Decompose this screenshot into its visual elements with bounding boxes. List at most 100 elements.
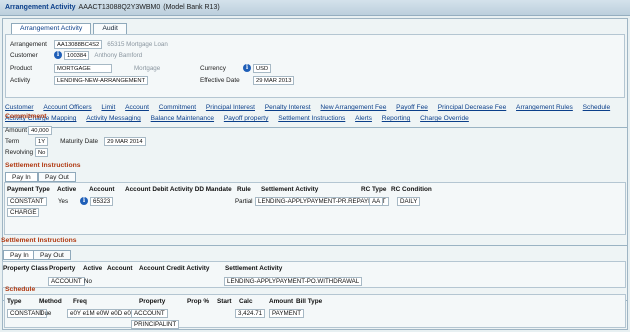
title-label: Arrangement Activity — [5, 4, 76, 11]
main-tabs: Arrangement Activity Audit — [11, 23, 129, 34]
maturity-field[interactable]: 29 MAR 2014 — [104, 136, 146, 146]
link-commitment[interactable]: Commitment — [159, 102, 196, 113]
customer-name: Anthony Bamford — [94, 51, 143, 59]
tab-pay-in[interactable]: Pay In — [5, 172, 38, 182]
arrangement-note: 65315 Mortgage Loan — [107, 40, 168, 48]
col-rule: Rule — [237, 186, 251, 193]
property-links: Customer Account Officers Limit Account … — [5, 102, 625, 124]
link-settlement-instructions[interactable]: Settlement Instructions — [278, 113, 345, 124]
payment-type-field[interactable]: CONSTANT — [7, 197, 47, 206]
col-amount: Amount — [269, 298, 294, 305]
effective-date-label: Effective Date — [200, 76, 240, 84]
tab-pay-in[interactable]: Pay In — [3, 250, 36, 260]
col-account: Account — [107, 265, 133, 272]
col-active: Active — [57, 186, 77, 193]
term-field[interactable]: 1Y — [35, 136, 49, 146]
effective-date-field[interactable]: 29 MAR 2013 — [253, 75, 295, 85]
col-bill-type: Bill Type — [296, 298, 323, 305]
col-rc-type: RC Type — [361, 186, 387, 193]
col-account: Account — [89, 186, 115, 193]
col-property: Property — [49, 265, 76, 272]
customer-field[interactable]: 100384 — [64, 50, 90, 60]
link-limit[interactable]: Limit — [101, 102, 115, 113]
info-icon[interactable]: i — [80, 197, 88, 205]
info-icon[interactable]: i — [54, 51, 62, 59]
method-value: Due — [40, 310, 52, 317]
tab-pay-out[interactable]: Pay Out — [33, 250, 71, 260]
col-payment-type: Payment Type — [7, 186, 50, 193]
active-value: Yes — [58, 198, 69, 205]
link-payoff-fee[interactable]: Payoff Fee — [396, 102, 428, 113]
link-balance-maintenance[interactable]: Balance Maintenance — [151, 113, 214, 124]
link-new-arrangement-fee[interactable]: New Arrangement Fee — [320, 102, 386, 113]
rc-condition-field[interactable]: DAILY — [397, 197, 421, 206]
calc-field[interactable]: 3,424.71 — [235, 309, 266, 318]
activity-label: Activity — [10, 76, 31, 84]
col-method: Method — [39, 298, 62, 305]
col-settlement-activity: Settlement Activity — [225, 265, 283, 272]
link-customer[interactable]: Customer — [5, 102, 34, 113]
arrangement-field[interactable]: AA13088BC4S2 — [54, 39, 103, 49]
amount-label: Amount — [5, 126, 28, 134]
account-field[interactable]: 65323 — [90, 197, 114, 206]
link-arrangement-rules[interactable]: Arrangement Rules — [516, 102, 573, 113]
freq-field[interactable]: e0Y e1M e0W e0D e0F — [67, 309, 138, 318]
link-penalty-interest[interactable]: Penalty Interest — [265, 102, 311, 113]
link-schedule[interactable]: Schedule — [583, 102, 611, 113]
col-property: Property — [139, 298, 166, 305]
col-rc-condition: RC Condition — [391, 186, 432, 193]
settlement-panel: Property Class Property Active Account A… — [2, 261, 626, 288]
settlement-title: Settlement Instructions — [1, 237, 77, 244]
settlement-panel: Payment Type Active Account Account Debi… — [4, 182, 626, 235]
commitment-title: Commitment — [5, 113, 47, 120]
link-alerts[interactable]: Alerts — [355, 113, 372, 124]
rule-value: Partial — [235, 198, 253, 205]
col-start: Start — [217, 298, 232, 305]
link-principal-interest[interactable]: Principal Interest — [206, 102, 255, 113]
link-activity-messaging[interactable]: Activity Messaging — [86, 113, 141, 124]
product-field[interactable]: MORTGAGE — [54, 63, 112, 73]
divider — [3, 245, 627, 246]
payment-type-field[interactable]: CHARGE — [7, 208, 40, 217]
col-type: Type — [7, 298, 22, 305]
property-field[interactable]: ACCOUNT — [48, 277, 85, 286]
schedule-title: Schedule — [5, 286, 36, 293]
title-bank: (Model Bank R13) — [163, 4, 220, 11]
col-prop-pct: Prop % — [187, 298, 210, 305]
tab-pay-out[interactable]: Pay Out — [38, 172, 76, 182]
col-calc: Calc — [239, 298, 253, 305]
customer-label: Customer — [10, 51, 38, 59]
currency-label: Currency — [200, 64, 226, 72]
settlement-activity-field[interactable]: LENDING-APPLYPAYMENT-PO.WITHDRAWAL — [224, 277, 363, 286]
revolving-field[interactable]: No — [35, 147, 49, 157]
tab-audit[interactable]: Audit — [93, 23, 127, 34]
term-label: Term — [5, 137, 20, 145]
active-value: No — [84, 278, 92, 285]
link-payoff-property[interactable]: Payoff property — [224, 113, 269, 124]
property-field[interactable]: ACCOUNT — [131, 309, 168, 318]
col-debit-activity: Account Debit Activity DD Mandate — [125, 186, 232, 193]
amount-field[interactable]: 40,000 — [28, 125, 52, 135]
link-principal-decrease-fee[interactable]: Principal Decrease Fee — [438, 102, 507, 113]
divider — [3, 127, 627, 128]
col-settlement-activity: Settlement Activity — [261, 186, 319, 193]
bill-type-field[interactable]: PAYMENT — [269, 309, 304, 318]
revolving-label: Revolving — [5, 148, 34, 156]
activity-field[interactable]: LENDING-NEW-ARRANGEMENT — [54, 75, 149, 85]
link-account[interactable]: Account — [125, 102, 149, 113]
product-label: Product — [10, 64, 33, 72]
tab-arrangement-activity[interactable]: Arrangement Activity — [11, 23, 92, 34]
link-account-officers[interactable]: Account Officers — [43, 102, 91, 113]
col-active: Active — [83, 265, 103, 272]
schedule-panel: Type Method Freq Property Prop % Start C… — [4, 294, 626, 329]
info-icon[interactable]: i — [243, 64, 251, 72]
link-charge-override[interactable]: Charge Override — [420, 113, 469, 124]
main-frame: Arrangement Activity Audit Arrangement A… — [1, 18, 628, 330]
rc-type-field[interactable]: AA — [369, 197, 384, 206]
link-reporting[interactable]: Reporting — [382, 113, 411, 124]
title-id: AAACT13088Q2Y3WBM0 — [78, 4, 161, 11]
col-credit-activity: Account Credit Activity — [139, 265, 210, 272]
property-field[interactable]: PRINCIPALINT — [131, 320, 180, 329]
header-panel: Arrangement AA13088BC4S2 65315 Mortgage … — [5, 34, 625, 98]
currency-field[interactable]: USD — [253, 63, 272, 73]
